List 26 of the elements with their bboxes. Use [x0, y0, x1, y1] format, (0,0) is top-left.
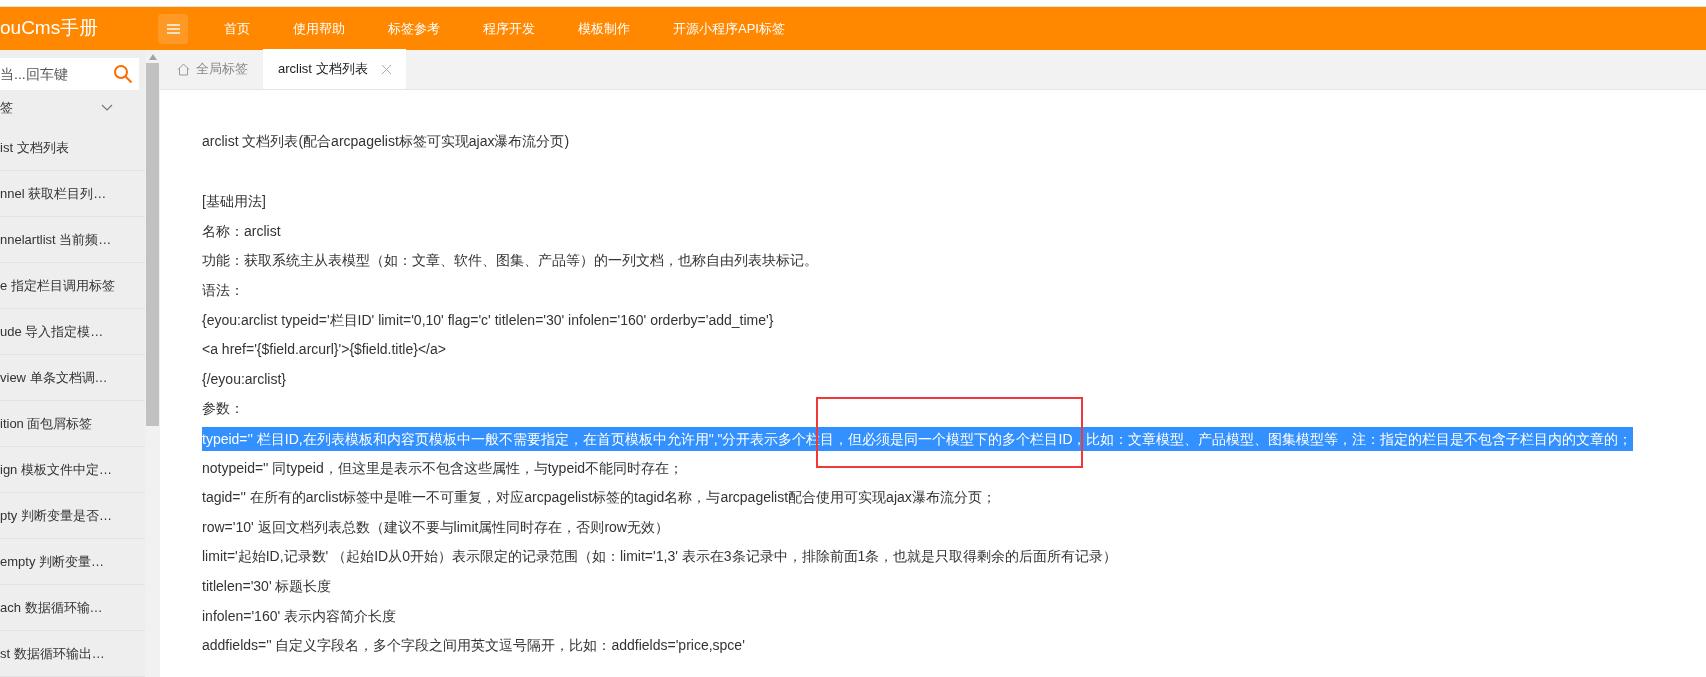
text-line: 功能：获取系统主从表模型（如：文章、软件、图集、产品等）的一列文档，也称自由列表块标记。: [202, 251, 818, 271]
tab[interactable]: arclist 文档列表: [263, 49, 406, 89]
text-line: <a href='{$field.arcurl}'>{$field.title}</a>: [202, 340, 446, 360]
text-line: infolen='160' 表示内容简介长度: [202, 606, 397, 626]
search-field[interactable]: 当...回车键: [0, 58, 139, 90]
text-line: row='10' 返回文档列表总数（建议不要与limit属性同时存在，否则row无效）: [202, 517, 669, 537]
text-line: {/eyou:arclist}: [202, 369, 287, 389]
text-line: 参数：: [202, 399, 244, 419]
text-line: limit='起始ID,记录数' （起始ID从0开始）表示限定的记录范围（如：limit='1,3' 表示在3条记录中，排除前面1条，也就是只取得剩余的后面所有记录）: [202, 547, 1118, 567]
text-line: addfields='' 自定义字段名，多个字段之间用英文逗号隔开，比如：addfields='price,spce': [202, 636, 745, 656]
scroll-up-icon[interactable]: [148, 54, 157, 60]
close-icon[interactable]: [381, 64, 391, 74]
text-line: 语法：: [202, 281, 244, 301]
text-line: 名称：arclist: [202, 221, 281, 241]
home-icon: [177, 62, 190, 76]
text-line: tagid='' 在所有的arclist标签中是唯一不可重复，对应arcpagelist标签的tagid名称，与arcpagelist配合使用可实现ajax瀑布流分页；: [202, 488, 996, 508]
text-line: [基础用法]: [202, 192, 266, 212]
search-icon[interactable]: [113, 64, 133, 84]
text-line: {eyou:arclist typeid='栏目ID' limit='0,10' flag='c' titlelen='30' infolen='160' orderby='add_time'}: [202, 310, 774, 330]
text-line: titlelen='30' 标题长度: [202, 577, 332, 596]
document-title: arclist 文档列表(配合arcpagelist标签可实现ajax瀑布流分页): [202, 132, 571, 151]
text-line: notypeid='' 同typeid，但这里是表示不包含这些属性，与typeid不能同时存在；: [202, 458, 684, 478]
sidebar-group[interactable]: 签: [0, 90, 145, 125]
menu-button[interactable]: [158, 13, 188, 44]
menu-icon: [166, 23, 180, 34]
scrollbar-thumb[interactable]: [146, 63, 159, 426]
